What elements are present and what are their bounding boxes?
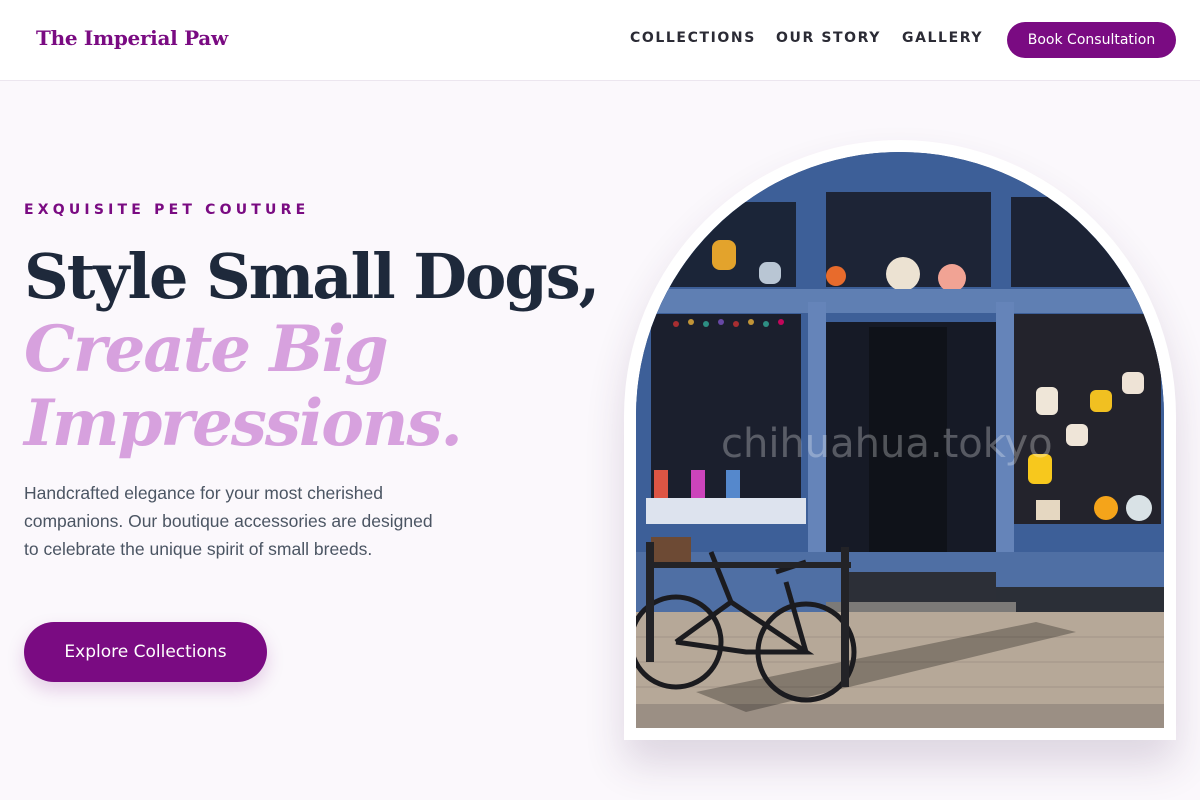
headline-line-3: Impressions. (24, 386, 463, 461)
headline-line-2: Create Big (24, 312, 389, 387)
nav-link-gallery[interactable]: GALLERY (902, 30, 983, 46)
nav-link-our-story[interactable]: OUR STORY (776, 30, 881, 46)
hero-description: Handcrafted elegance for your most cheri… (24, 483, 433, 559)
explore-collections-button[interactable]: Explore Collections (24, 622, 267, 682)
shopfront-photo: chihuahua.tokyo (636, 152, 1164, 728)
book-consultation-button[interactable]: Book Consultation (1007, 22, 1176, 58)
nav-link-collections[interactable]: COLLECTIONS (630, 30, 756, 46)
photo-watermark: chihuahua.tokyo (721, 421, 1053, 467)
site-header: The Imperial Paw COLLECTIONS OUR STORY G… (0, 0, 1200, 81)
brand-logo[interactable]: The Imperial Paw (36, 26, 228, 50)
hero-eyebrow: EXQUISITE PET COUTURE (24, 202, 310, 218)
headline-line-1: Style Small Dogs, (24, 240, 600, 313)
